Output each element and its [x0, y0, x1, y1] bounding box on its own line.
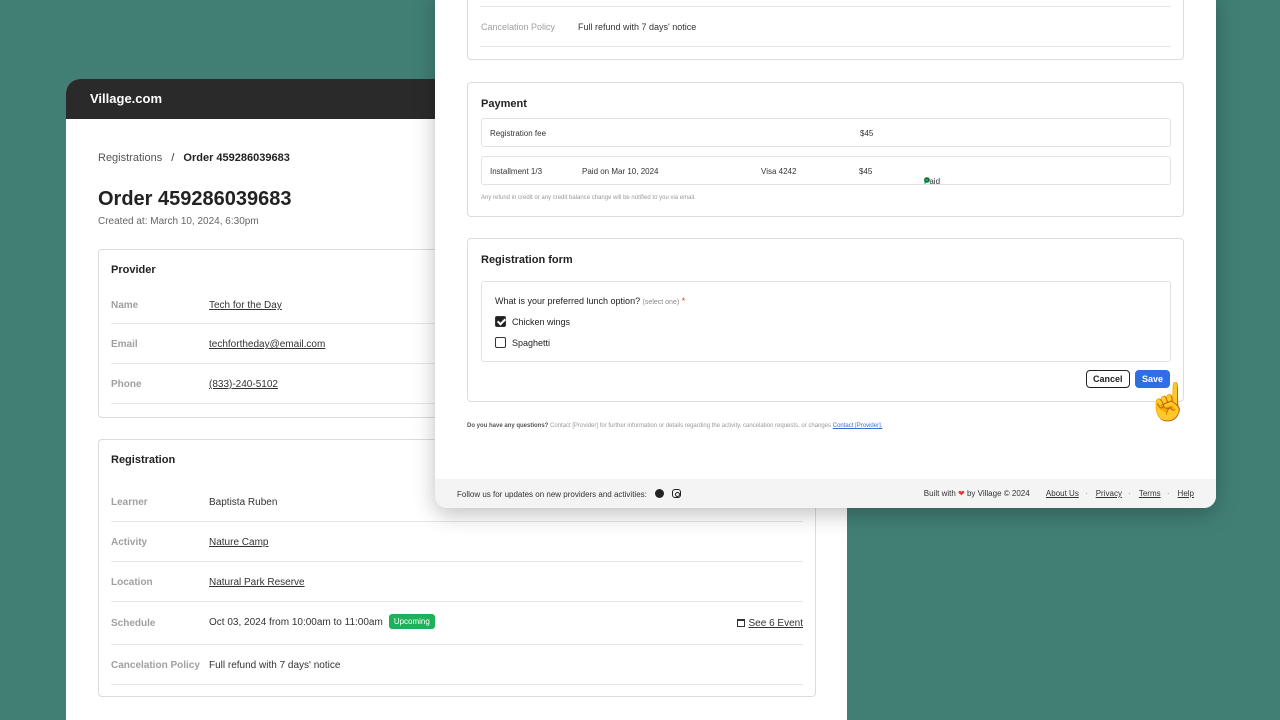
pointer-hand-icon: ☝ [1146, 381, 1191, 422]
breadcrumb: Registrations / Order 459286039683 [98, 152, 290, 164]
divider [480, 46, 1171, 47]
footer-link-about[interactable]: About Us [1046, 489, 1079, 498]
row-label: Location [111, 577, 153, 588]
installment-card: Visa 4242 [761, 167, 797, 176]
cancelation-card: Cancelation Policy Full refund with 7 da… [467, 0, 1184, 60]
breadcrumb-registrations[interactable]: Registrations [98, 152, 162, 164]
instagram-icon[interactable] [672, 489, 682, 498]
heart-icon: ❤ [958, 489, 965, 498]
row-label: Cancelation Policy [111, 660, 200, 671]
option-chicken-wings[interactable]: Chicken wings [495, 316, 570, 327]
registration-form-title: Registration form [481, 254, 573, 266]
breadcrumb-separator: / [171, 152, 175, 164]
footer-link-privacy[interactable]: Privacy [1096, 489, 1122, 498]
row-label: Email [111, 339, 138, 350]
divider [480, 6, 1171, 7]
calendar-icon [736, 619, 745, 627]
follow-text: Follow us for updates on new providers a… [457, 490, 647, 499]
questions-lead: Do you have any questions? [467, 423, 549, 429]
payment-note: Any refund in credit or any credit balan… [481, 195, 696, 201]
question-text: What is your preferred lunch option? [495, 296, 641, 306]
installment-label: Installment 1/3 [490, 167, 543, 176]
see-events-link[interactable]: See 6 Event [736, 618, 803, 629]
learner-value: Baptista Ruben [209, 497, 278, 508]
built-with-text: Built with [923, 489, 956, 498]
see-events-label: See 6 Event [748, 618, 803, 629]
payment-row-installment: Installment 1/3 Paid on Mar 10, 2024 Vis… [481, 156, 1171, 186]
row-label: Activity [111, 537, 148, 548]
row-label: Name [111, 300, 139, 311]
registration-card-title: Registration [111, 454, 176, 466]
page-title: Order 459286039683 [98, 188, 292, 210]
schedule-text: Oct 03, 2024 from 10:00am to 11:00am [209, 617, 383, 628]
registration-form-card: Registration form What is your preferred… [467, 238, 1184, 402]
brand-logo[interactable]: Village.com [90, 91, 162, 106]
page-footer: Follow us for updates on new providers a… [435, 479, 1216, 508]
cancelation-value: Full refund with 7 days' notice [209, 660, 341, 671]
provider-phone-link[interactable]: (833)-240-5102 [209, 379, 278, 390]
social-follow: Follow us for updates on new providers a… [457, 489, 682, 499]
provider-email-link[interactable]: techfortheday@email.com [209, 339, 325, 350]
payment-card-title: Payment [481, 98, 527, 110]
question-hint: (select one) [642, 299, 680, 306]
row-label: Phone [111, 379, 142, 390]
status-badge: Upcoming [388, 614, 435, 629]
installment-amount: $45 [859, 167, 873, 176]
row-label: Schedule [111, 618, 156, 629]
activity-link[interactable]: Nature Camp [209, 537, 268, 548]
fee-amount: $45 [860, 129, 874, 138]
checkbox-unchecked[interactable] [495, 337, 506, 348]
installment-date: Paid on Mar 10, 2024 [582, 167, 659, 176]
provider-card-title: Provider [111, 264, 156, 276]
option-label: Spaghetti [512, 338, 551, 348]
question-box: What is your preferred lunch option? (se… [481, 281, 1171, 362]
required-mark: * [681, 296, 686, 306]
cancelation-value: Full refund with 7 days' notice [578, 22, 697, 32]
checkbox-checked[interactable] [495, 316, 506, 327]
cancel-button[interactable]: Cancel [1086, 370, 1130, 388]
provider-name-link[interactable]: Tech for the Day [209, 300, 282, 311]
fee-label: Registration fee [490, 129, 547, 138]
status-text: Paid [924, 177, 941, 186]
footer-link-help[interactable]: Help [1178, 489, 1194, 498]
option-spaghetti[interactable]: Spaghetti [495, 337, 550, 348]
questions-note: Do you have any questions? Contact [Prov… [467, 423, 882, 429]
footer-link-terms[interactable]: Terms [1139, 489, 1161, 498]
breadcrumb-current: Order 459286039683 [183, 152, 290, 164]
facebook-icon[interactable] [655, 489, 665, 498]
registration-row-schedule: Schedule Oct 03, 2024 from 10:00am to 11… [111, 602, 803, 645]
registration-row-activity: Activity Nature Camp [111, 522, 803, 562]
order-created-at: Created at: March 10, 2024, 6:30pm [98, 216, 259, 227]
registration-row-location: Location Natural Park Reserve [111, 562, 803, 602]
location-link[interactable]: Natural Park Reserve [209, 577, 305, 588]
cancelation-label: Cancelation Policy [481, 22, 556, 32]
schedule-value: Oct 03, 2024 from 10:00am to 11:00am Upco… [209, 614, 435, 629]
footer-links: Built with ❤ by Village © 2024 About Us … [923, 489, 1194, 498]
contact-provider-link[interactable]: Contact [Provider]. [833, 423, 883, 429]
question-label: What is your preferred lunch option? (se… [495, 296, 685, 306]
payment-row-fee: Registration fee $45 [481, 118, 1171, 147]
row-label: Learner [111, 497, 148, 508]
registration-row-cancelation: Cancelation Policy Full refund with 7 da… [111, 645, 803, 685]
option-label: Chicken wings [512, 317, 571, 327]
built-by-text: by Village © 2024 [966, 489, 1030, 498]
payment-card: Payment Registration fee $45 Installment… [467, 82, 1184, 217]
questions-text: Contact [Provider] for further informati… [548, 423, 833, 429]
registration-form-window: Cancelation Policy Full refund with 7 da… [435, 0, 1216, 508]
